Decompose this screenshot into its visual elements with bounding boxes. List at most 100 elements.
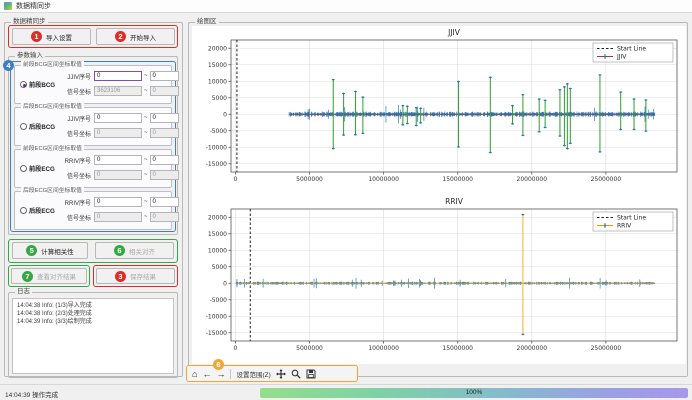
import-settings-label: 导入设置 [46,32,72,42]
svg-text:-5000: -5000 [210,297,228,304]
jjiv-chart[interactable]: JJIV050000001000000015000000200000002500… [193,27,685,194]
section-title: 后段ECG区间坐标取值 [21,187,84,195]
svg-text:Start Line: Start Line [617,46,646,53]
save-result-button[interactable]: 3 保存结果 [96,268,175,284]
save-result-label: 保存结果 [130,271,156,281]
svg-text:20000000: 20000000 [517,176,548,183]
svg-text:JJIV: JJIV [616,54,627,61]
svg-text:15000: 15000 [208,62,227,69]
row-label: 信号坐标 [61,87,91,96]
svg-text:20000: 20000 [208,45,227,52]
import-settings-button[interactable]: 1 导入设置 [12,28,91,45]
section-title: 前段BCG区间坐标取值 [21,61,84,69]
status-text: 14:04:39 操作完成 [5,389,58,399]
annotation-7: 7 [22,271,33,282]
svg-text:25000000: 25000000 [591,345,622,352]
view-align-result-button[interactable]: 7 查看对齐结果 [11,268,87,284]
svg-text:JJIV: JJIV [447,28,461,37]
svg-text:10000: 10000 [208,78,227,85]
progress-bar: 100% [260,388,688,398]
svg-text:0: 0 [234,176,238,183]
correlation-align-label: 相关对齐 [129,246,155,256]
radio-label: 后段ECG [29,206,55,215]
svg-text:-5000: -5000 [210,128,228,135]
range-tilde: ~ [144,157,148,163]
rriv-index-to-input[interactable]: 0 [150,197,179,207]
jjiv-index-to-input[interactable]: 0 [150,71,179,81]
section-rear-bcg: 后段BCG区间坐标取值 后段BCG JJIV序号 0 ~ 0 信号坐标 0 ~ … [14,107,172,146]
annotation-6: 6 [114,245,125,256]
svg-text:10000000: 10000000 [368,345,399,352]
status-bar: 14:04:39 操作完成 100% [0,384,692,400]
range-tilde: ~ [144,115,148,121]
params-group-title: 参数输入 [15,52,45,60]
correlation-align-button[interactable]: 6 相关对齐 [95,242,174,259]
radio-label: 前段ECG [29,164,55,173]
svg-text:5000000: 5000000 [296,345,323,352]
rriv-index-from-input[interactable]: 0 [94,197,142,207]
log-line: 14:04:38 Info: (2/3)处理完成 [17,310,173,318]
pan-icon[interactable] [276,369,286,379]
radio-rear-bcg[interactable]: 后段BCG [20,122,55,131]
rriv-chart[interactable]: RRIV050000001000000015000000200000002500… [193,196,685,362]
svg-text:20000000: 20000000 [517,345,548,352]
svg-text:RRIV: RRIV [617,223,632,230]
rriv-index-from-input[interactable]: 0 [94,155,142,165]
radio-label: 前段BCG [29,80,55,89]
radio-front-ecg[interactable]: 前段ECG [20,164,55,173]
signal-coord-to-input: 0 [150,170,179,180]
svg-text:0: 0 [234,345,238,352]
section-rear-ecg: 后段ECG区间坐标取值 后段ECG RRIV序号 0 ~ 0 信号坐标 0 ~ … [14,191,172,230]
radio-front-bcg[interactable]: 前段BCG [20,80,55,89]
log-list[interactable]: 14:04:38 Info: (1/3)导入完成 14:04:38 Info: … [12,298,174,374]
svg-text:25000000: 25000000 [591,176,622,183]
app-icon [4,2,12,10]
radio-label: 后段BCG [29,122,55,131]
window-titlebar: 数据精同步 [0,0,692,13]
svg-text:5000000: 5000000 [296,176,323,183]
section-front-bcg: 前段BCG区间坐标取值 前段BCG JJIV序号 0 ~ 0 信号坐标 3623… [14,65,172,104]
save-icon[interactable] [306,369,316,379]
annotation-1: 1 [31,31,42,42]
annotation-5: 5 [26,245,37,256]
radio-icon [20,165,27,172]
signal-coord-from-input: 0 [94,170,142,180]
row-label: 信号坐标 [61,129,91,138]
jjiv-index-from-input[interactable]: 0 [94,113,142,123]
svg-text:Start Line: Start Line [617,215,646,222]
svg-text:15000000: 15000000 [442,176,473,183]
row-label: RRIV序号 [61,198,91,207]
svg-text:5000: 5000 [212,95,227,102]
signal-coord-from-input: 0 [94,128,142,138]
signal-coord-to-input: 0 [150,212,179,222]
row-label: RRIV序号 [61,156,91,165]
radio-icon [20,123,27,130]
signal-coord-to-input: 0 [150,86,179,96]
radio-icon [20,81,27,88]
svg-text:20000: 20000 [208,214,227,221]
log-group-title: 日志 [15,288,32,296]
set-range-label[interactable]: 设置范围(Z) [236,369,270,379]
view-align-result-label: 查看对齐结果 [37,271,76,281]
annotation-8: 8 [213,359,224,370]
range-tilde: ~ [144,88,148,94]
home-icon[interactable]: ⌂ [192,367,197,381]
zoom-icon[interactable] [291,369,301,379]
compute-correlation-button[interactable]: 5 计算相关性 [12,242,88,259]
radio-rear-ecg[interactable]: 后段ECG [20,206,55,215]
svg-text:-10000: -10000 [206,313,227,320]
svg-text:-10000: -10000 [206,144,227,151]
signal-coord-from-input: 0 [94,212,142,222]
range-tilde: ~ [144,130,148,136]
radio-icon [20,207,27,214]
rriv-index-to-input[interactable]: 0 [150,155,179,165]
start-import-button[interactable]: 2 开始导入 [96,28,175,45]
jjiv-index-from-input[interactable]: 0 [94,71,142,81]
back-icon[interactable]: ← [202,367,211,381]
svg-text:0: 0 [223,280,227,287]
row-label: 信号坐标 [61,171,91,180]
jjiv-index-to-input[interactable]: 0 [150,113,179,123]
svg-text:15000: 15000 [208,231,227,238]
section-front-ecg: 前段ECG区间坐标取值 前段ECG RRIV序号 0 ~ 0 信号坐标 0 ~ … [14,149,172,188]
plot-area-title: 绘图区 [195,18,219,26]
